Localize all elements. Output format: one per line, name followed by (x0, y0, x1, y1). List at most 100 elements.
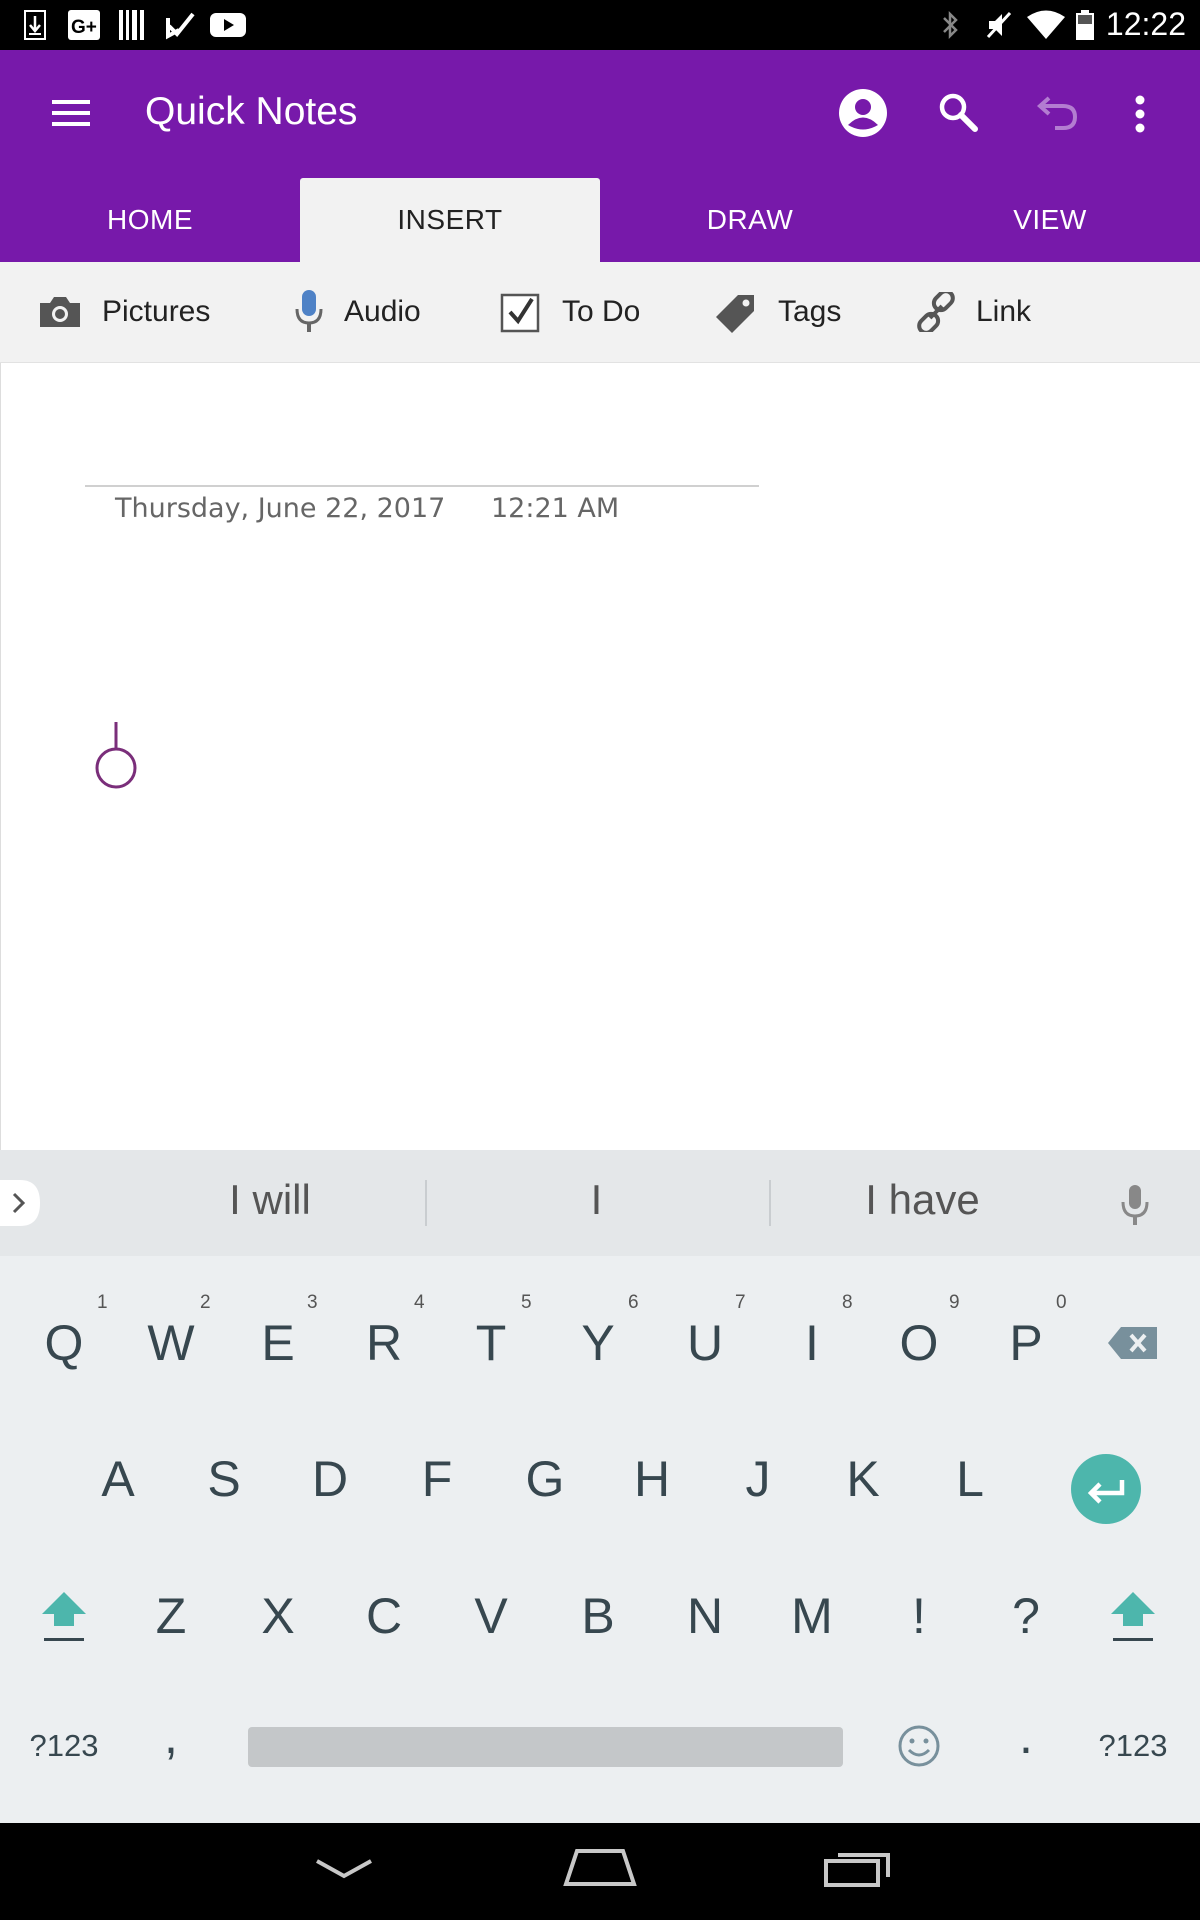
key-k[interactable]: K (813, 1429, 913, 1529)
key-hint: 8 (842, 1292, 853, 1313)
barcode-icon (119, 10, 144, 40)
symbols-key-left[interactable]: ?123 (14, 1696, 114, 1796)
home-icon[interactable] (563, 1847, 637, 1887)
key-hint: 2 (200, 1292, 211, 1313)
key-hint: 5 (521, 1292, 532, 1313)
key-exclamation[interactable]: ! (869, 1566, 969, 1666)
check-icon (166, 12, 195, 40)
key-c[interactable]: C (334, 1566, 434, 1666)
key-d[interactable]: D (280, 1429, 380, 1529)
microphone-icon (295, 290, 323, 332)
key-x[interactable]: X (228, 1566, 328, 1666)
key-j[interactable]: J (708, 1429, 808, 1529)
pictures-label: Pictures (102, 295, 211, 328)
svg-text:G+: G+ (71, 17, 97, 38)
suggestion-1[interactable]: I will (100, 1176, 440, 1224)
link-icon (917, 292, 955, 332)
app-bar: Quick Notes HOME INSERT DRAW VIEW (0, 50, 1200, 262)
account-icon[interactable] (838, 88, 888, 138)
shift-icon (42, 1592, 86, 1641)
wifi-icon (1027, 10, 1065, 39)
audio-button[interactable]: Audio (294, 262, 421, 362)
youtube-icon (210, 13, 246, 37)
suggestion-2[interactable]: I (430, 1176, 763, 1224)
key-period[interactable]: . (976, 1686, 1076, 1786)
status-time: 12:22 (1105, 6, 1186, 42)
expand-suggestions-icon[interactable] (0, 1180, 42, 1226)
symbols-key-right[interactable]: ?123 (1083, 1696, 1183, 1796)
key-v[interactable]: V (441, 1566, 541, 1666)
enter-icon (1071, 1454, 1141, 1524)
shift-key-right[interactable] (1083, 1566, 1183, 1666)
menu-icon[interactable] (52, 98, 92, 128)
tag-icon (716, 295, 754, 333)
tab-home[interactable]: HOME (0, 178, 300, 262)
key-hint: 9 (949, 1292, 960, 1313)
shift-icon (1111, 1592, 1155, 1641)
camera-icon (40, 297, 80, 327)
undo-icon[interactable] (1035, 96, 1079, 132)
recent-apps-icon[interactable] (824, 1847, 892, 1887)
audio-label: Audio (344, 295, 421, 328)
more-options-icon[interactable] (1132, 94, 1148, 134)
space-bar[interactable] (248, 1727, 843, 1767)
suggestion-divider (769, 1180, 771, 1226)
key-hint: 6 (628, 1292, 639, 1313)
emoji-key[interactable] (869, 1696, 969, 1796)
download-icon (24, 10, 46, 40)
key-m[interactable]: M (762, 1566, 862, 1666)
key-b[interactable]: B (548, 1566, 648, 1666)
todo-label: To Do (562, 295, 641, 328)
key-h[interactable]: H (602, 1429, 702, 1529)
tags-label: Tags (778, 295, 842, 328)
emoji-icon (898, 1725, 940, 1767)
key-hint: 4 (414, 1292, 425, 1313)
key-s[interactable]: S (174, 1429, 274, 1529)
mute-icon (986, 11, 1012, 39)
back-icon[interactable] (314, 1857, 374, 1881)
tab-view[interactable]: VIEW (900, 178, 1200, 262)
voice-input-icon[interactable] (1120, 1184, 1150, 1226)
pictures-button[interactable]: Pictures (38, 262, 210, 362)
navigation-bar (0, 1823, 1200, 1920)
key-z[interactable]: Z (121, 1566, 221, 1666)
enter-key[interactable] (1056, 1439, 1156, 1539)
status-bar: G+ 12:22 (0, 0, 1200, 50)
key-comma[interactable]: , (121, 1686, 221, 1786)
note-canvas[interactable]: Thursday, June 22, 2017 12:21 AM (0, 363, 1200, 1150)
key-hint: 3 (307, 1292, 318, 1313)
note-time: 12:21 AM (491, 493, 620, 524)
title-divider (85, 485, 759, 487)
battery-icon (1076, 10, 1094, 40)
link-button[interactable]: Link (916, 262, 1031, 362)
backspace-key[interactable] (1083, 1293, 1183, 1393)
shift-key-left[interactable] (14, 1566, 114, 1666)
soft-keyboard: I will I I have Q W E R T Y U I O P 1 2 … (0, 1150, 1200, 1823)
key-l[interactable]: L (920, 1429, 1020, 1529)
tab-insert[interactable]: INSERT (300, 178, 600, 262)
key-g[interactable]: G (495, 1429, 595, 1529)
backspace-icon (1108, 1327, 1157, 1359)
insert-ribbon: Pictures Audio To Do Tags Link (0, 262, 1200, 363)
key-n[interactable]: N (655, 1566, 755, 1666)
key-question[interactable]: ? (976, 1566, 1076, 1666)
key-f[interactable]: F (387, 1429, 487, 1529)
todo-button[interactable]: To Do (500, 262, 640, 362)
suggestion-divider (425, 1180, 427, 1226)
key-hint: 7 (735, 1292, 746, 1313)
key-hint: 1 (97, 1292, 108, 1313)
search-icon[interactable] (938, 92, 980, 134)
cursor-handle-icon[interactable] (93, 720, 139, 792)
key-hint: 0 (1056, 1292, 1067, 1313)
google-plus-icon: G+ (68, 10, 100, 40)
bluetooth-icon (943, 10, 958, 40)
checkbox-icon (500, 293, 540, 333)
tab-draw[interactable]: DRAW (600, 178, 900, 262)
note-date: Thursday, June 22, 2017 (115, 493, 446, 524)
suggestion-strip: I will I I have (0, 1150, 1200, 1256)
link-label: Link (976, 295, 1032, 328)
key-a[interactable]: A (68, 1429, 168, 1529)
page-title: Quick Notes (145, 90, 358, 133)
tags-button[interactable]: Tags (714, 262, 841, 362)
suggestion-3[interactable]: I have (775, 1176, 1070, 1224)
